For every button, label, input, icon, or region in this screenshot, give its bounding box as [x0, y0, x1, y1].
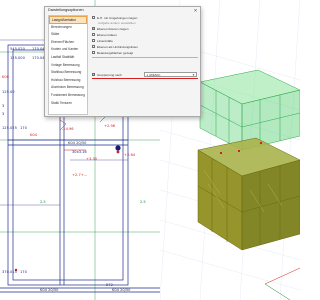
category-item-vorlage-bemessung[interactable]: Vorlage Bemessung	[49, 62, 87, 70]
dim-label: 545.020	[10, 47, 25, 51]
member-label: K04 20/50	[40, 288, 59, 292]
category-list[interactable]: Lastgrößenfaktor Berechnungen Stäbe Eben…	[48, 15, 88, 115]
dim-label: K00	[2, 75, 9, 79]
dim-label: 170.04	[32, 56, 45, 60]
dim-label: 2.5	[40, 200, 46, 204]
member-label: K04 20/50	[68, 141, 87, 145]
support-symbol	[115, 145, 121, 151]
lower-soil-volume	[197, 137, 300, 251]
option-label: Ebenen als Umbindungslinien	[96, 44, 138, 49]
category-item-fundament-bemessung[interactable]: Fundament Bemessung	[49, 92, 87, 100]
option-label: Ebenen klären	[96, 32, 117, 37]
category-item-statik-texturen[interactable]: Statik Texturen	[49, 100, 87, 108]
option-checkbox[interactable]: Linienkräfte	[92, 38, 113, 43]
dim-label: 170	[20, 126, 27, 130]
option-label: Ebenen fixieren zeigen	[96, 26, 129, 31]
dim-label: 170.04	[32, 47, 45, 51]
dim-label: -14.96	[62, 127, 74, 131]
grouping-select[interactable]: 1 (WENO) ▼	[144, 72, 197, 77]
dim-label: 170	[20, 270, 27, 274]
dim-label: +2.96	[104, 124, 116, 128]
checkbox-box[interactable]	[92, 38, 96, 43]
display-options-dialog[interactable]: Darstellungsoptionen ✕ Lastgrößenfaktor …	[44, 6, 201, 117]
option-label: Gruppierung nach	[96, 72, 122, 77]
category-item-holzbau-bemessung[interactable]: Holzbau Bemessung	[49, 77, 87, 85]
axis-lines	[264, 267, 300, 300]
dim-label: 572	[106, 283, 113, 287]
upper-volume	[199, 69, 300, 151]
dim-label: +2.84	[124, 153, 136, 157]
category-item-aluminium-bemessung[interactable]: Aluminium Bemessung	[49, 84, 87, 92]
dim-label: 125.025	[2, 126, 17, 130]
dim-label: 125.00	[2, 90, 15, 94]
dim-label: K04	[30, 133, 37, 137]
category-item-knoten-kanten[interactable]: Knoten und Kanten	[49, 46, 87, 54]
selection-highlight	[92, 77, 198, 79]
option-sub-label: Aufgabe ändern auswählen	[98, 20, 136, 25]
dialog-title: Darstellungsoptionen	[48, 8, 84, 12]
dim-label: 3	[2, 112, 5, 116]
category-item-ebenen-flaechen[interactable]: Ebenen/Flächen	[49, 39, 87, 47]
option-label: Linienkräfte	[96, 38, 113, 43]
option-checkbox[interactable]: Belastungsflächen gezeigt	[92, 50, 133, 55]
dim-label: 30x3.16	[72, 150, 87, 154]
option-label: Belastungsflächen gezeigt	[96, 50, 134, 55]
checkbox-box[interactable]	[92, 44, 96, 49]
checkbox-box[interactable]	[92, 15, 96, 20]
checkbox-box[interactable]: ✓	[92, 26, 96, 31]
checkbox-box[interactable]	[92, 32, 96, 37]
member-label: K04 20/50	[112, 288, 131, 292]
option-checkbox[interactable]: Ebenen klären	[92, 32, 117, 37]
dim-label: +3.35	[86, 157, 98, 161]
dim-label: 2.5	[140, 200, 146, 204]
node-symbols	[14, 150, 120, 272]
dim-label: 125.000	[10, 56, 25, 60]
separator	[92, 57, 198, 58]
category-item-lastgroessenfaktor[interactable]: Lastgrößenfaktor	[49, 16, 87, 24]
category-item-berechnungen[interactable]: Berechnungen	[49, 24, 87, 32]
category-item-stahlbau-bemessung[interactable]: Stahlbau Bemessung	[49, 69, 87, 77]
checkbox-box[interactable]	[92, 50, 96, 55]
option-label: E.H. mit Umgebungen zeigen	[96, 15, 138, 20]
option-checkbox[interactable]: Ebenen als Umbindungslinien	[92, 44, 138, 49]
option-checkbox[interactable]: ✓ Gruppierung nach	[92, 72, 122, 77]
close-icon[interactable]: ✕	[193, 8, 198, 13]
dim-label: 3	[2, 104, 5, 108]
select-value: 1 (WENO)	[146, 73, 161, 77]
dim-label: 370.015	[2, 270, 17, 274]
dim-label: +2.7+...	[72, 173, 88, 177]
category-item-lastfall-stabilitaet[interactable]: Lastfall Stabilität	[49, 54, 87, 62]
checkbox-box[interactable]: ✓	[92, 72, 96, 77]
option-label: Aufgabe ändern auswählen	[98, 20, 136, 25]
options-area: E.H. mit Umgebungen zeigen Aufgabe änder…	[92, 15, 198, 115]
category-item-staebe[interactable]: Stäbe	[49, 31, 87, 39]
option-checkbox[interactable]: ✓ Ebenen fixieren zeigen	[92, 26, 128, 31]
